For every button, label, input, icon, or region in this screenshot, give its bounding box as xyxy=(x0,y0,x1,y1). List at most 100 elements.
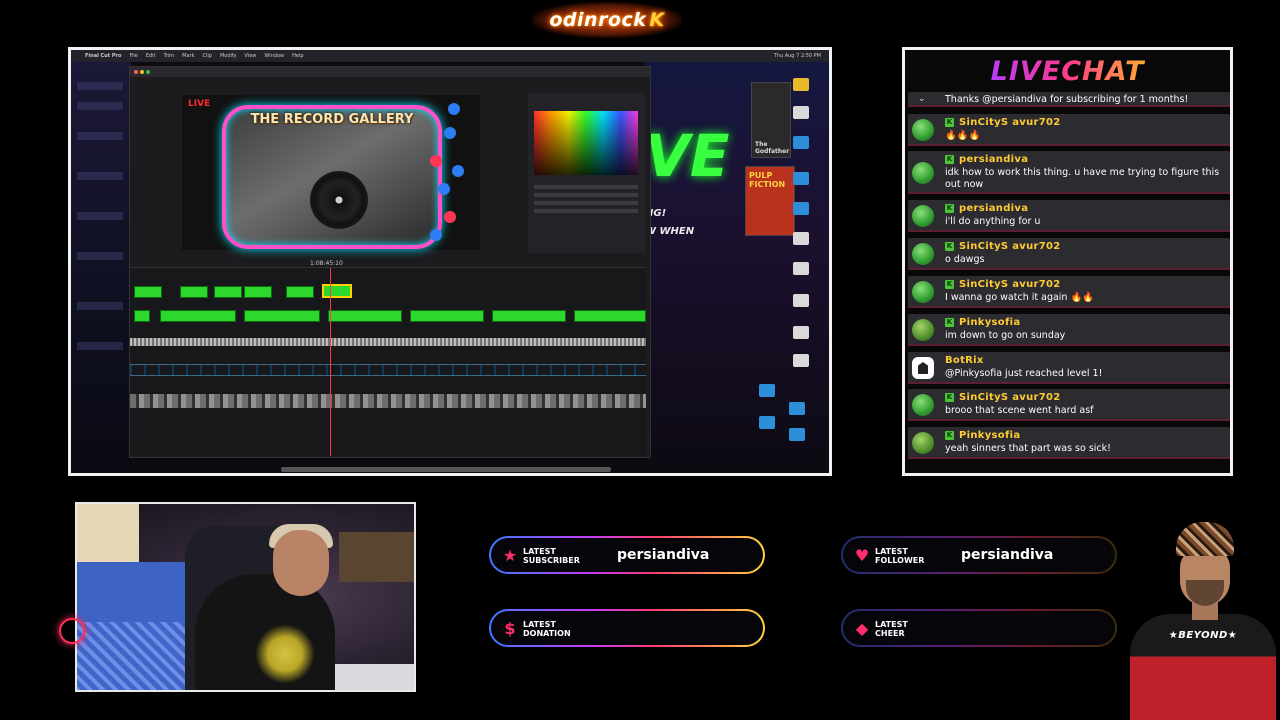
inspector-row[interactable] xyxy=(534,193,638,197)
timeline-clip[interactable] xyxy=(214,286,242,298)
chat-username[interactable]: SinCityS avur702 xyxy=(959,279,1061,290)
desktop-window[interactable] xyxy=(77,172,123,180)
menu-clip[interactable]: Clip xyxy=(203,53,212,59)
inspector-row[interactable] xyxy=(534,209,638,213)
label-line-2: DONATION xyxy=(523,629,571,638)
menu-help[interactable]: Help xyxy=(292,53,303,59)
like-icon xyxy=(430,229,442,241)
livechat-title: LIVECHAT xyxy=(905,56,1230,87)
user-avatar xyxy=(912,281,934,303)
timeline-clip-selected[interactable] xyxy=(322,284,352,298)
desktop-window[interactable] xyxy=(77,212,123,220)
zoom-window-icon[interactable] xyxy=(146,70,150,74)
file-icon[interactable] xyxy=(793,326,809,339)
presenter-shirt-text: ★BEYOND★ xyxy=(1168,630,1238,641)
final-cut-window: LIVE THE RECORD GALLERY 1:08:45:10 xyxy=(129,66,651,458)
chat-username[interactable]: BotRix xyxy=(945,355,984,366)
timeline-clip[interactable] xyxy=(410,310,484,322)
desktop-window[interactable] xyxy=(77,102,123,110)
video-thumbnails-track[interactable] xyxy=(130,394,646,408)
chat-username[interactable]: SinCityS avur702 xyxy=(959,241,1061,252)
file-icon[interactable] xyxy=(793,262,809,275)
subscriber-badge-icon: K xyxy=(945,393,954,402)
desktop-left-windows xyxy=(71,62,131,473)
desktop-window[interactable] xyxy=(77,302,123,310)
timeline-clip[interactable] xyxy=(244,310,320,322)
timeline-clip[interactable] xyxy=(180,286,208,298)
timeline-clip[interactable] xyxy=(134,310,150,322)
menu-file[interactable]: File xyxy=(129,53,137,59)
neon-line-2: W WHEN xyxy=(645,226,695,237)
playhead[interactable] xyxy=(330,268,331,456)
timeline-clip[interactable] xyxy=(492,310,566,322)
folder-icon[interactable] xyxy=(789,402,805,415)
subscriber-badge-icon: K xyxy=(945,242,954,251)
user-avatar xyxy=(912,161,934,184)
chat-username[interactable]: persiandiva xyxy=(959,203,1028,214)
folder-icon[interactable] xyxy=(789,428,805,441)
menu-mark[interactable]: Mark xyxy=(182,53,194,59)
message-divider xyxy=(908,344,1230,346)
chat-username[interactable]: Pinkysofia xyxy=(959,430,1020,441)
file-icon[interactable] xyxy=(793,232,809,245)
timeline-clip[interactable] xyxy=(160,310,236,322)
app-name[interactable]: Final Cut Pro xyxy=(85,53,121,59)
chat-username[interactable]: persiandiva xyxy=(959,154,1028,165)
message-divider xyxy=(908,419,1230,421)
file-icon[interactable] xyxy=(793,354,809,367)
menu-modify[interactable]: Modify xyxy=(220,53,237,59)
latest-follower-value: persiandiva xyxy=(961,547,1054,563)
logo-text: odinrock xyxy=(549,9,647,31)
bot-avatar-icon xyxy=(912,357,934,379)
menu-window[interactable]: Window xyxy=(264,53,284,59)
chat-username[interactable]: SinCityS avur702 xyxy=(959,117,1061,128)
mac-dock[interactable] xyxy=(281,467,611,472)
folder-icon[interactable] xyxy=(793,202,809,215)
chat-message: K SinCityS avur702 brooo that scene went… xyxy=(908,389,1230,421)
timeline[interactable] xyxy=(130,267,646,456)
folder-icon[interactable] xyxy=(759,384,775,397)
file-icon[interactable] xyxy=(793,106,809,119)
timeline-clip[interactable] xyxy=(574,310,646,322)
timeline-clip[interactable] xyxy=(286,286,314,298)
inspector-row[interactable] xyxy=(534,185,638,189)
desktop-window[interactable] xyxy=(77,252,123,260)
close-window-icon[interactable] xyxy=(134,70,138,74)
timeline-clip[interactable] xyxy=(328,310,402,322)
file-icon[interactable] xyxy=(793,294,809,307)
menu-edit[interactable]: Edit xyxy=(146,53,156,59)
inspector-row[interactable] xyxy=(534,201,638,205)
color-inspector[interactable] xyxy=(528,93,646,253)
fcp-toolbar[interactable] xyxy=(130,67,650,77)
minimize-window-icon[interactable] xyxy=(140,70,144,74)
diamond-icon: ◆ xyxy=(855,619,869,638)
desktop-window[interactable] xyxy=(77,342,123,350)
heart-icon xyxy=(430,155,442,167)
timeline-clip[interactable] xyxy=(244,286,272,298)
chat-username[interactable]: Pinkysofia xyxy=(959,317,1020,328)
menubar-clock[interactable]: Thu Aug 7 2:50 PM xyxy=(774,53,821,59)
chat-username[interactable]: SinCityS avur702 xyxy=(959,392,1061,403)
folder-icon[interactable] xyxy=(759,416,775,429)
color-board[interactable] xyxy=(534,111,638,175)
timeline-clip[interactable] xyxy=(134,286,162,298)
chat-message: BotRix @Pinkysofia just reached level 1! xyxy=(908,352,1230,384)
video-viewer[interactable]: LIVE THE RECORD GALLERY xyxy=(182,95,480,250)
like-icon xyxy=(444,127,456,139)
like-icon xyxy=(452,165,464,177)
folder-icon[interactable] xyxy=(793,78,809,91)
menu-view[interactable]: View xyxy=(245,53,257,59)
folder-icon[interactable] xyxy=(793,172,809,185)
message-divider xyxy=(908,457,1230,459)
folder-icon[interactable] xyxy=(793,136,809,149)
desktop-window[interactable] xyxy=(77,82,123,90)
label-line-2: FOLLOWER xyxy=(875,556,925,565)
mac-menubar: Final Cut Pro File Edit Trim Mark Clip M… xyxy=(71,50,829,62)
chat-message-system: ⌄ Thanks @persiandiva for subscribing fo… xyxy=(908,92,1230,107)
desktop-window[interactable] xyxy=(77,132,123,140)
label-line-2: CHEER xyxy=(875,629,905,638)
label-line-1: LATEST xyxy=(875,620,908,629)
storyline-track[interactable] xyxy=(130,364,646,376)
menu-trim[interactable]: Trim xyxy=(164,53,175,59)
audio-track[interactable] xyxy=(130,338,646,346)
